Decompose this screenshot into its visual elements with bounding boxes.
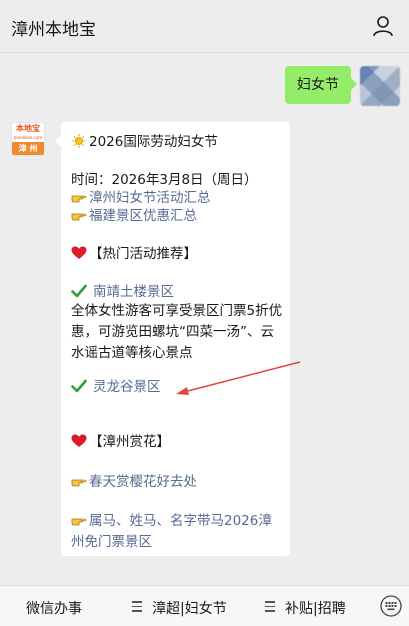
user-message-bubble: 妇女节 <box>285 66 357 104</box>
chat-title: 漳州本地宝 <box>11 20 96 40</box>
hot-section-title: 【热门活动推荐】 <box>89 246 197 262</box>
person-icon[interactable] <box>371 14 395 38</box>
link-women-day-events[interactable]: 漳州妇女节活动汇总 <box>89 190 211 206</box>
menu-wechat-services[interactable]: 微信办事 <box>26 598 82 618</box>
hot-section-row: 【热门活动推荐】 <box>71 245 197 263</box>
flower-section-title: 【漳州赏花】 <box>89 434 170 450</box>
bot-avatar[interactable]: 本地宝 bendibao.com 漳 州 <box>11 122 45 156</box>
flower-section-row: 【漳州赏花】 <box>71 433 170 451</box>
check-icon <box>71 284 87 298</box>
reply-title: 2026国际劳动妇女节 <box>89 134 218 150</box>
chat-header: 漳州本地宝 <box>0 0 409 53</box>
pointing-hand-icon <box>71 479 87 487</box>
link-row-2[interactable]: 福建景区优惠汇总 <box>71 207 197 225</box>
check-icon <box>71 379 87 393</box>
red-arrow-annotation <box>176 361 301 395</box>
spot2-row[interactable]: 灵龙谷景区 <box>71 378 161 396</box>
link-row-1[interactable]: 漳州妇女节活动汇总 <box>71 189 211 207</box>
link-row-4[interactable]: 属马、姓马、名字带马2026漳州免门票景区 <box>71 511 283 553</box>
spot1-description: 全体女性游客可享受景区门票5折优惠，可游览田螺坑“四菜一汤”、云水谣古道等核心景… <box>71 303 283 361</box>
link-cherry-blossom[interactable]: 春天赏樱花好去处 <box>89 474 197 490</box>
reply-date: 时间：2026年3月8日（周日） <box>71 172 258 188</box>
bot-reply-bubble: 2026国际劳动妇女节 时间：2026年3月8日（周日） 漳州妇女节活动汇总 福… <box>55 122 290 556</box>
bot-avatar-logo: 本地宝 bendibao.com <box>12 123 44 143</box>
reply-title-row: 2026国际劳动妇女节 <box>71 133 218 151</box>
heart-icon <box>71 434 87 447</box>
submenu-icon <box>265 601 275 612</box>
pointing-hand-icon <box>71 518 87 526</box>
menu-subsidy-jobs[interactable]: 补贴|招聘 <box>285 598 346 618</box>
pointing-hand-icon <box>71 195 87 203</box>
link-linglonggu[interactable]: 灵龙谷景区 <box>93 379 161 395</box>
keyboard-icon[interactable] <box>379 594 403 618</box>
pointing-hand-icon <box>71 213 87 221</box>
submenu-icon <box>132 601 142 612</box>
menu-women-day[interactable]: 漳超|妇女节 <box>152 598 227 618</box>
spot1-row[interactable]: 南靖土楼景区 <box>71 283 174 301</box>
link-nanjing-tulou[interactable]: 南靖土楼景区 <box>93 284 174 300</box>
link-fujian-discounts[interactable]: 福建景区优惠汇总 <box>89 208 197 224</box>
user-avatar[interactable] <box>360 66 400 106</box>
sun-icon <box>72 134 86 148</box>
user-message-text: 妇女节 <box>297 77 339 93</box>
bot-avatar-city: 漳 州 <box>12 142 44 155</box>
bottom-menu-bar: 微信办事 漳超|妇女节 补贴|招聘 <box>0 585 409 626</box>
link-row-3[interactable]: 春天赏樱花好去处 <box>71 473 197 491</box>
heart-icon <box>71 246 87 259</box>
link-free-ticket-spots[interactable]: 属马、姓马、名字带马2026漳州免门票景区 <box>71 513 272 550</box>
